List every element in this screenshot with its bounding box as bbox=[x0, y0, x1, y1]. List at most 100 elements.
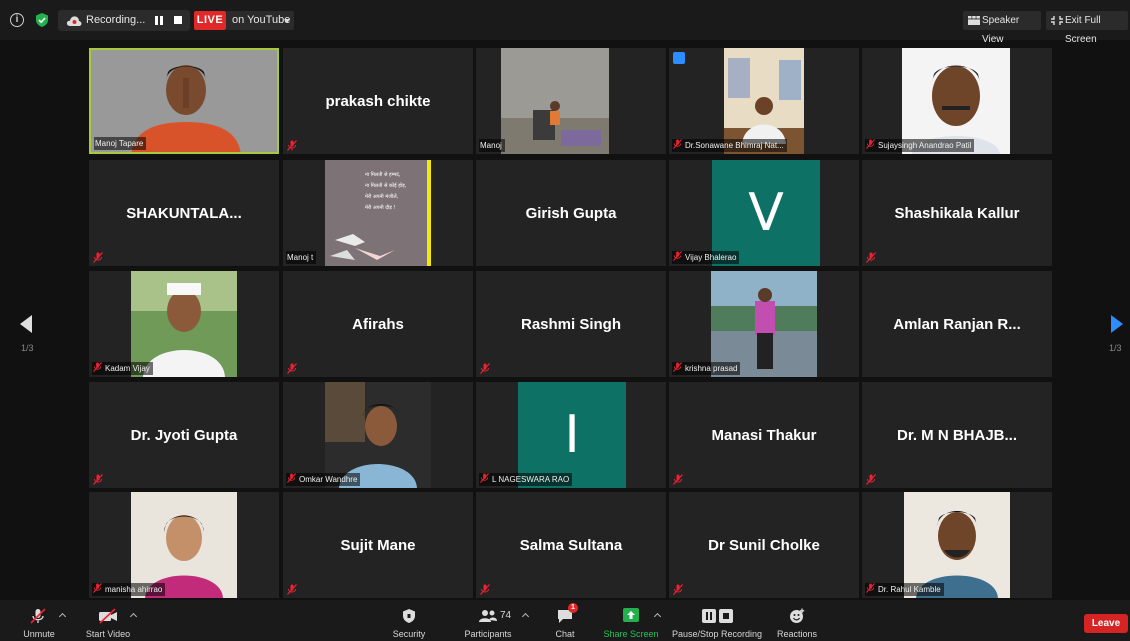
video-tile[interactable]: Manasi Thakur bbox=[669, 382, 859, 488]
video-tile[interactable]: manisha ahirrao bbox=[89, 492, 279, 598]
video-tile[interactable]: krishna prasad bbox=[669, 271, 859, 377]
participant-name: Afirahs bbox=[352, 316, 404, 333]
video-tile[interactable]: Dr. Rahul Kamble bbox=[862, 492, 1052, 598]
participant-name: Shashikala Kallur bbox=[894, 205, 1020, 222]
participant-name: Dr Sunil Cholke bbox=[708, 537, 820, 554]
pause-stop-recording-button[interactable]: Pause/Stop Recording bbox=[670, 600, 764, 641]
poem-line: ना मिलती से हम्मदं, bbox=[365, 172, 401, 178]
participant-name: Dr. Jyoti Gupta bbox=[130, 427, 238, 444]
share-screen-button[interactable]: Share Screen bbox=[602, 600, 660, 641]
video-tile[interactable]: Manoj bbox=[476, 48, 666, 154]
mic-muted-icon bbox=[93, 252, 103, 263]
participants-label: Participants bbox=[464, 629, 512, 639]
mic-muted-icon bbox=[673, 139, 682, 149]
stop-recording-icon[interactable] bbox=[174, 16, 182, 24]
mic-muted-icon bbox=[480, 473, 489, 483]
cloud-recording-icon bbox=[66, 16, 82, 26]
participant-name: Salma Sultana bbox=[519, 537, 623, 554]
speaker-view-label: Speaker View bbox=[982, 15, 1020, 45]
mic-muted-icon bbox=[673, 584, 683, 595]
video-tile[interactable]: Salma Sultana bbox=[476, 492, 666, 598]
participant-name: Girish Gupta bbox=[525, 205, 617, 222]
mic-muted-icon bbox=[480, 584, 490, 595]
video-tile[interactable]: Kadam Vijay bbox=[89, 271, 279, 377]
participant-name-label: Dr.Sonawane Bhimraj Nat... bbox=[672, 139, 787, 152]
participant-name: Rashmi Singh bbox=[520, 316, 621, 333]
mic-muted-icon bbox=[673, 474, 683, 485]
participants-chevron-icon[interactable] bbox=[521, 612, 530, 621]
raised-hand-icon bbox=[673, 52, 685, 64]
share-screen-label: Share Screen bbox=[603, 629, 659, 639]
security-shield-icon[interactable] bbox=[34, 12, 50, 28]
video-tile[interactable]: Manoj Tapare bbox=[89, 48, 279, 154]
participant-name-label: krishna prasad bbox=[672, 362, 741, 375]
mic-muted-icon bbox=[866, 139, 875, 149]
next-page-arrow-icon[interactable] bbox=[1111, 315, 1123, 333]
video-tile[interactable]: Dr. Jyoti Gupta bbox=[89, 382, 279, 488]
previous-page-arrow-icon[interactable] bbox=[20, 315, 32, 333]
participant-name: Manasi Thakur bbox=[711, 427, 817, 444]
unmute-button[interactable]: Unmute bbox=[14, 600, 64, 641]
mic-muted-icon bbox=[287, 140, 297, 151]
top-bar: i Recording... LIVE on YouTube Speaker V… bbox=[0, 0, 1130, 45]
recording-indicator: Recording... bbox=[58, 10, 190, 31]
shield-icon bbox=[403, 609, 415, 623]
participants-icon bbox=[479, 610, 497, 622]
participant-name: SHAKUNTALA... bbox=[126, 205, 242, 222]
video-tile[interactable]: Dr. M N BHAJB... bbox=[862, 382, 1052, 488]
chat-button[interactable]: 1 Chat bbox=[546, 600, 584, 641]
speaker-view-button[interactable]: Speaker View bbox=[963, 11, 1041, 45]
share-screen-icon bbox=[623, 608, 639, 622]
video-tile[interactable]: V Vijay Bhalerao bbox=[669, 160, 859, 266]
participant-name-label: Vijay Bhalerao bbox=[672, 251, 740, 264]
mic-muted-icon bbox=[866, 474, 876, 485]
pause-recording-icon[interactable] bbox=[154, 16, 164, 25]
mic-muted-icon bbox=[93, 362, 102, 372]
security-button[interactable]: Security bbox=[386, 600, 432, 641]
video-tile[interactable]: Shashikala Kallur bbox=[862, 160, 1052, 266]
video-tile[interactable]: Sujit Mane bbox=[283, 492, 473, 598]
participant-name-label: Manoj Tapare bbox=[94, 137, 147, 150]
reactions-smiley-icon bbox=[790, 608, 805, 623]
poem-image: ना मिलती से हम्मदं, ना मिलती से कोई होड़… bbox=[325, 160, 427, 266]
participants-button[interactable]: 74 Participants bbox=[460, 600, 516, 641]
video-tile[interactable]: SHAKUNTALA... bbox=[89, 160, 279, 266]
previous-page-label: 1/3 bbox=[21, 343, 34, 353]
start-video-button[interactable]: Start Video bbox=[80, 600, 136, 641]
video-tile[interactable]: Sujaysingh Anandrao Patil bbox=[862, 48, 1052, 154]
video-tile[interactable]: Girish Gupta bbox=[476, 160, 666, 266]
video-tile[interactable]: I L NAGESWARA RAO bbox=[476, 382, 666, 488]
exit-fullscreen-button[interactable]: Exit Full Screen bbox=[1046, 11, 1128, 45]
mic-muted-icon bbox=[866, 583, 875, 593]
live-badge: LIVE bbox=[194, 11, 226, 30]
mic-muted-icon bbox=[287, 584, 297, 595]
mic-muted-icon bbox=[480, 363, 490, 374]
microphone-muted-icon bbox=[30, 608, 46, 624]
video-tile[interactable]: Dr Sunil Cholke bbox=[669, 492, 859, 598]
video-tile[interactable]: Omkar Wandhre bbox=[283, 382, 473, 488]
chat-unread-badge: 1 bbox=[568, 603, 578, 613]
participant-name-label: manisha ahirrao bbox=[92, 583, 166, 596]
reactions-button[interactable]: Reactions bbox=[774, 600, 820, 641]
participant-name-label: L NAGESWARA RAO bbox=[479, 473, 573, 486]
next-page-label: 1/3 bbox=[1109, 343, 1122, 353]
mic-muted-icon bbox=[673, 251, 682, 261]
reactions-label: Reactions bbox=[776, 629, 818, 639]
video-tile[interactable]: Dr.Sonawane Bhimraj Nat... bbox=[669, 48, 859, 154]
mic-muted-icon bbox=[673, 362, 682, 372]
chat-label: Chat bbox=[555, 629, 575, 639]
security-label: Security bbox=[392, 629, 426, 639]
live-stream-dropdown[interactable]: on YouTube bbox=[226, 11, 294, 30]
participant-name: Amlan Ranjan R... bbox=[893, 316, 1021, 333]
video-tile[interactable]: ना मिलती से हम्मदं, ना मिलती से कोई होड़… bbox=[283, 160, 473, 266]
video-tile[interactable]: Amlan Ranjan R... bbox=[862, 271, 1052, 377]
info-icon[interactable]: i bbox=[10, 13, 24, 27]
leave-meeting-button[interactable]: Leave bbox=[1084, 614, 1128, 633]
video-tile[interactable]: Rashmi Singh bbox=[476, 271, 666, 377]
exit-fullscreen-icon bbox=[1051, 16, 1063, 25]
video-tile[interactable]: Afirahs bbox=[283, 271, 473, 377]
mic-muted-icon bbox=[866, 252, 876, 263]
video-tile[interactable]: prakash chikte bbox=[283, 48, 473, 154]
pause-stop-icon bbox=[702, 609, 733, 623]
mic-muted-icon bbox=[93, 474, 103, 485]
